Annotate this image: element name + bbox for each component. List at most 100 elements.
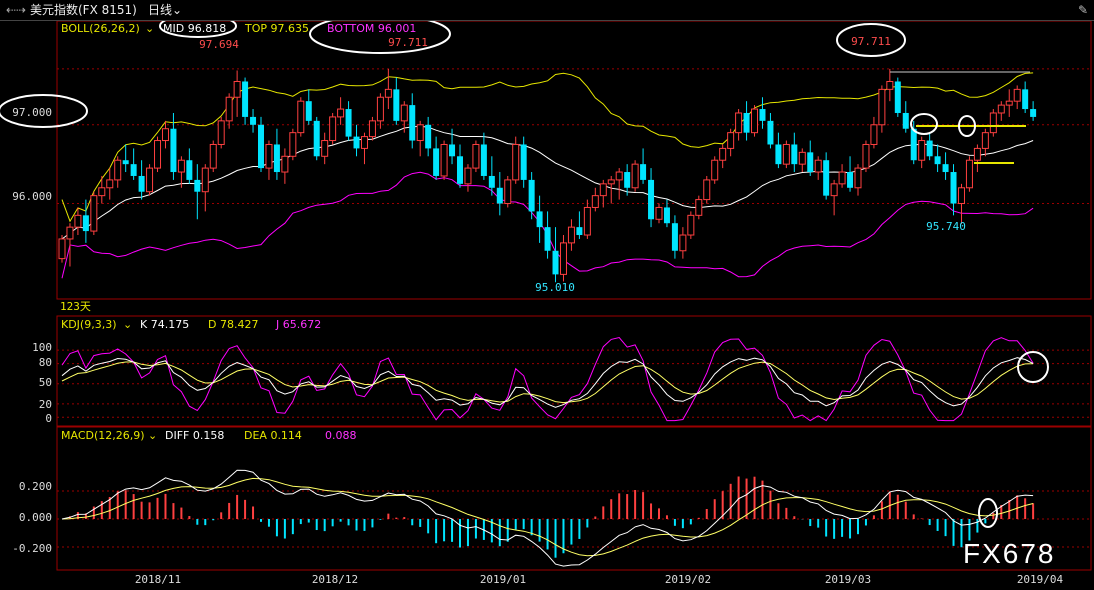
candle — [663, 199, 670, 228]
candle — [719, 144, 727, 169]
candle — [376, 93, 384, 129]
macd-diff-label: DIFF 0.158 — [165, 429, 224, 442]
high-annotation: 97.711 — [388, 36, 428, 49]
candle-body — [950, 172, 957, 204]
candle-body — [82, 215, 89, 232]
boll-top-label: TOP 97.635 — [244, 22, 309, 35]
candle — [918, 136, 926, 169]
candle-body — [393, 89, 400, 121]
candle-body — [416, 124, 424, 142]
candle — [58, 235, 66, 263]
candle-body — [464, 167, 472, 185]
candle-body — [1030, 109, 1037, 117]
stock-chart[interactable]: 97.000 96.000 100 80 50 20 0 0.200 0.000… — [0, 0, 1094, 590]
candle — [583, 199, 591, 239]
candle — [989, 109, 997, 137]
candle — [679, 227, 687, 259]
x-tick-label: 2018/11 — [135, 573, 181, 586]
grid-lines — [57, 68, 1091, 548]
candle — [544, 211, 551, 259]
period-selector[interactable]: 日线⌄ — [148, 0, 182, 20]
back-forward-icon[interactable]: ⇠⇢ — [6, 0, 26, 20]
candle — [823, 152, 830, 200]
kdj-ytick: 80 — [39, 356, 52, 369]
candle-body — [552, 250, 559, 275]
boll-bottom-label: BOTTOM 96.001 — [327, 22, 416, 35]
macd-dropdown-icon[interactable]: ⌄ — [148, 429, 157, 442]
candle — [281, 148, 289, 184]
candle-body — [1022, 89, 1029, 110]
candle-body — [576, 227, 583, 236]
macd-ytick: 0.000 — [19, 511, 52, 524]
candle — [615, 168, 623, 200]
candle — [472, 140, 480, 173]
candle — [973, 144, 981, 173]
candle — [838, 164, 846, 188]
candle-body — [360, 136, 368, 149]
candle-body — [544, 227, 551, 251]
candle-body — [782, 143, 790, 165]
boll-label[interactable]: BOLL(26,26,2) — [61, 22, 140, 35]
candle — [567, 219, 575, 251]
candle-body — [719, 147, 727, 161]
candle — [591, 187, 599, 212]
candle-body — [830, 183, 838, 197]
kdj-ytick: 50 — [39, 376, 52, 389]
candle-body — [679, 234, 687, 252]
candle-body — [583, 206, 591, 236]
candle-body — [695, 199, 703, 216]
candle-body — [854, 167, 862, 189]
candle-body — [862, 143, 870, 169]
candle-body — [250, 116, 257, 125]
candle — [997, 101, 1005, 121]
candle-body — [329, 116, 337, 142]
candle-body — [687, 214, 695, 236]
candle-body — [663, 207, 670, 224]
candle-body — [918, 140, 926, 161]
candle — [735, 109, 743, 141]
candle-body — [671, 223, 678, 251]
candle — [727, 128, 735, 157]
candle — [409, 93, 416, 149]
wrench-icon[interactable]: ✎ — [1078, 0, 1088, 20]
candle-body — [154, 140, 162, 169]
candle-body — [894, 81, 901, 113]
candlestick-series — [58, 68, 1037, 283]
candle — [830, 179, 838, 216]
candle — [798, 148, 806, 173]
candle-body — [122, 160, 129, 165]
candle-body — [942, 164, 949, 173]
macd-label[interactable]: MACD(12,26,9) — [61, 429, 145, 442]
candle — [520, 136, 527, 188]
highlight-ellipse — [910, 113, 938, 135]
candle-body — [353, 136, 360, 149]
candle — [870, 116, 878, 149]
candle-body — [767, 120, 774, 145]
kdj-d-line — [61, 361, 1034, 404]
candle — [854, 164, 862, 196]
candle — [950, 164, 957, 216]
price-ytick: 96.000 — [12, 190, 52, 203]
candle — [345, 101, 352, 141]
candle — [384, 68, 392, 110]
candle-body — [957, 187, 965, 205]
candle — [265, 140, 273, 180]
candle-body — [258, 124, 264, 169]
candle — [273, 128, 280, 180]
candle — [981, 128, 989, 157]
candle-body — [138, 175, 145, 192]
candle-body — [989, 112, 997, 134]
candle — [687, 211, 695, 239]
candle-body — [902, 112, 909, 129]
candle — [886, 68, 894, 102]
candle — [1005, 89, 1013, 117]
candle-body — [433, 148, 440, 176]
boll-dropdown-icon[interactable]: ⌄ — [145, 22, 154, 35]
kdj-label[interactable]: KDJ(9,3,3) — [61, 318, 117, 331]
candle — [258, 116, 264, 173]
high-annotation: 97.711 — [851, 35, 891, 48]
candle — [631, 160, 639, 192]
candle-body — [233, 80, 241, 98]
kdj-dropdown-icon[interactable]: ⌄ — [123, 318, 132, 331]
high-annotation: 97.694 — [199, 38, 239, 51]
